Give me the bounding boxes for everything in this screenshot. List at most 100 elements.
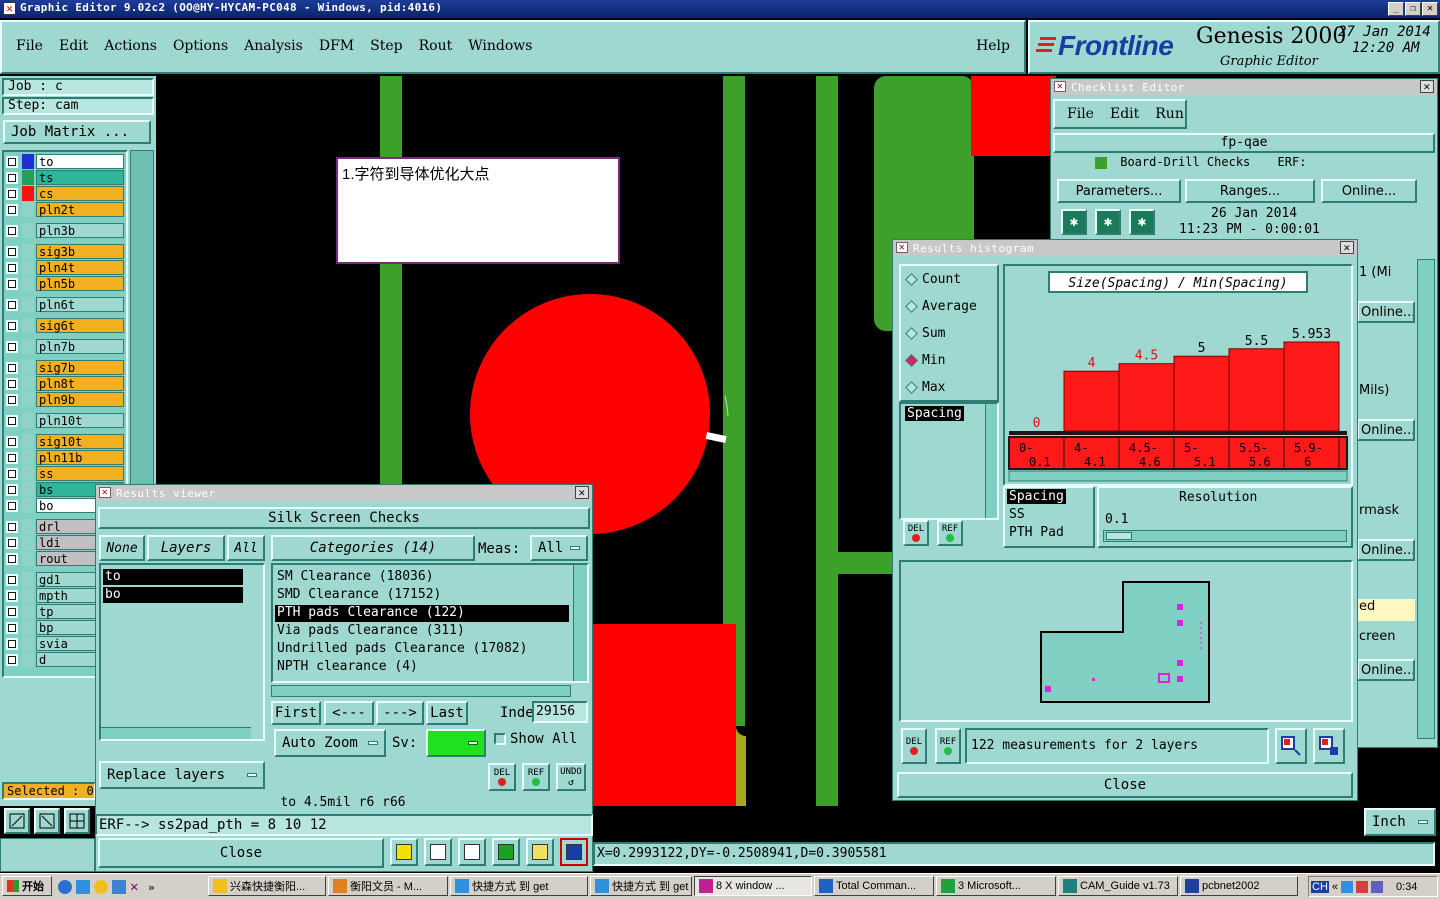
category-item[interactable]: Undrilled pads Clearance (17082) [275, 641, 569, 658]
taskbar-item[interactable]: pcbnet2002 [1180, 876, 1298, 896]
checklist-parameters-button[interactable]: Parameters... [1057, 179, 1181, 203]
checklist-close-icon[interactable]: ✕ [1420, 80, 1434, 93]
results-layer-hscroll[interactable] [101, 727, 251, 739]
checklist-menu-file[interactable]: File [1067, 106, 1094, 122]
taskbar-item[interactable]: 衡阳文员 - M... [328, 876, 448, 896]
checklist-menu-run[interactable]: Run [1155, 106, 1184, 122]
layer-checkbox[interactable] [6, 589, 18, 602]
units-select[interactable]: Inch [1364, 808, 1436, 836]
type-item[interactable]: SS [1007, 507, 1027, 522]
maximize-button[interactable]: ❐ [1405, 2, 1421, 16]
minimize-button[interactable]: _ [1388, 2, 1404, 16]
menu-dfm[interactable]: DFM [319, 38, 354, 54]
type-list-selected[interactable]: Spacing [905, 406, 964, 421]
type-item[interactable]: PTH Pad [1007, 525, 1066, 540]
histogram-close-button[interactable]: Close [897, 772, 1353, 798]
mode-max[interactable]: Max [905, 380, 945, 395]
sv-color-select[interactable] [426, 729, 486, 757]
checklist-online-button[interactable]: Online... [1357, 659, 1415, 681]
layer-row-cs[interactable]: cs [6, 186, 124, 201]
categories-hscroll[interactable] [271, 685, 571, 697]
layer-row-pln3b[interactable]: pln3b [6, 223, 124, 238]
taskbar-item[interactable]: 8 X window ... [694, 876, 812, 896]
layer-checkbox[interactable] [6, 605, 18, 618]
category-item[interactable]: Via pads Clearance (311) [275, 623, 569, 640]
number-icon[interactable] [492, 838, 520, 866]
tray-icon-1[interactable] [1341, 880, 1354, 893]
layer-row-sig10t[interactable]: sig10t [6, 434, 124, 449]
clock-app-icon[interactable] [94, 880, 108, 894]
layer-row-pln8t[interactable]: pln8t [6, 376, 124, 391]
layer-checkbox[interactable] [6, 187, 18, 200]
layer-checkbox[interactable] [6, 637, 18, 650]
layers-button[interactable]: Layers [147, 535, 225, 561]
layers-all-button[interactable]: All [227, 535, 265, 561]
layer-row-pln10t[interactable]: pln10t [6, 413, 124, 428]
layer-checkbox[interactable] [6, 435, 18, 448]
histogram-bar[interactable] [1283, 341, 1340, 432]
checklist-online-button[interactable]: Online... [1357, 539, 1415, 561]
type-list-scrollbar[interactable] [985, 404, 997, 518]
more-icon[interactable]: » [148, 881, 155, 894]
histogram-bar[interactable] [1173, 355, 1230, 432]
flag-icon[interactable] [390, 838, 418, 866]
menu-options[interactable]: Options [173, 38, 228, 54]
layer-row-sig6t[interactable]: sig6t [6, 318, 124, 333]
layer-checkbox[interactable] [6, 245, 18, 258]
menu-analysis[interactable]: Analysis [244, 38, 303, 54]
layer-row-ts[interactable]: ts [6, 170, 124, 185]
mode-average[interactable]: Average [905, 299, 977, 314]
desktop-icon[interactable] [76, 880, 90, 894]
menu-rout[interactable]: Rout [419, 38, 453, 54]
histogram-zoom-icon[interactable] [1313, 728, 1345, 764]
layer-row-to[interactable]: to [6, 154, 124, 169]
layer-checkbox[interactable] [6, 393, 18, 406]
layer-checkbox[interactable] [6, 414, 18, 427]
category-item[interactable]: SM Clearance (18036) [275, 569, 569, 586]
layer-row-pln4t[interactable]: pln4t [6, 260, 124, 275]
notes-icon[interactable] [526, 838, 554, 866]
show-all-checkbox[interactable] [494, 733, 506, 745]
tray-expand-icon[interactable]: « [1332, 881, 1338, 893]
results-close-icon[interactable]: ✕ [575, 486, 589, 499]
chart-hscroll[interactable] [1008, 470, 1348, 482]
menu-file[interactable]: File [16, 38, 43, 54]
layer-checkbox[interactable] [6, 171, 18, 184]
layer-checkbox[interactable] [6, 261, 18, 274]
layer-row-pln9b[interactable]: pln9b [6, 392, 124, 407]
histogram-report-icon[interactable] [1275, 728, 1307, 764]
first-button[interactable]: First [271, 701, 321, 725]
results-layer-item[interactable]: bo [103, 587, 243, 603]
layer-checkbox[interactable] [6, 298, 18, 311]
layer-checkbox[interactable] [6, 203, 18, 216]
layer-checkbox[interactable] [6, 621, 18, 634]
language-indicator[interactable]: CH [1311, 880, 1329, 893]
checklist-online-button[interactable]: Online... [1321, 179, 1417, 203]
layer-row-pln2t[interactable]: pln2t [6, 202, 124, 217]
taskbar-item[interactable]: 兴森快捷衡阳... [208, 876, 326, 896]
category-item[interactable]: SMD Clearance (17152) [275, 587, 569, 604]
menu-windows[interactable]: Windows [468, 38, 532, 54]
categories-button[interactable]: Categories (14) [271, 535, 475, 561]
category-item[interactable]: PTH pads Clearance (122) [275, 605, 569, 622]
taskbar-item[interactable]: 快捷方式 到 get [450, 876, 588, 896]
resolution-slider-thumb[interactable] [1106, 532, 1132, 540]
run-icon-1[interactable]: ✱ [1061, 209, 1087, 235]
layer-row-pln11b[interactable]: pln11b [6, 450, 124, 465]
layer-row-pln6t[interactable]: pln6t [6, 297, 124, 312]
layer-checkbox[interactable] [6, 451, 18, 464]
layer-checkbox[interactable] [6, 536, 18, 549]
checklist-menu-edit[interactable]: Edit [1110, 106, 1139, 122]
checklist-ranges-button[interactable]: Ranges... [1185, 179, 1315, 203]
layer-checkbox[interactable] [6, 552, 18, 565]
layers-none-button[interactable]: None [99, 535, 145, 561]
layer-checkbox[interactable] [6, 361, 18, 374]
results-del-button[interactable]: DEL [488, 763, 516, 791]
taskbar-item[interactable]: Total Comman... [814, 876, 934, 896]
start-button[interactable]: 开始 [2, 876, 52, 896]
run-icon-2[interactable]: ✱ [1095, 209, 1121, 235]
histogram-minimap[interactable] [899, 560, 1353, 722]
layer-row-sig7b[interactable]: sig7b [6, 360, 124, 375]
ie-icon[interactable] [58, 880, 72, 894]
layer-checkbox[interactable] [6, 499, 18, 512]
